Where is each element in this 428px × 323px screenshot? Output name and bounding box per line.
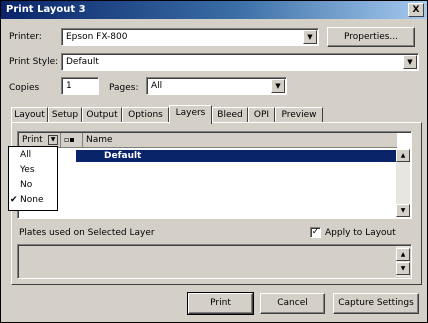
layer-visibility-column-header[interactable]: ▫▪: [61, 133, 83, 148]
tab-bleed[interactable]: Bleed: [212, 107, 248, 123]
menu-item-all[interactable]: All: [9, 148, 57, 162]
menu-item-no[interactable]: No: [9, 178, 57, 192]
plates-list[interactable]: ▲ ▼: [17, 244, 412, 279]
print-dropdown-menu: All Yes No ✔ None: [8, 146, 58, 211]
title-bar[interactable]: Print Layout 3 X: [1, 1, 427, 19]
tab-options[interactable]: Options: [122, 107, 169, 123]
layers-list[interactable]: Print ▼ ▫▪ Name Default ▲ ▼: [17, 131, 412, 219]
menu-item-none[interactable]: None: [9, 193, 57, 207]
chevron-down-icon[interactable]: ▼: [271, 79, 285, 93]
properties-button[interactable]: Properties...: [327, 27, 415, 47]
menu-item-yes[interactable]: Yes: [9, 163, 57, 177]
tab-setup[interactable]: Setup: [48, 107, 82, 123]
cancel-button[interactable]: Cancel: [260, 293, 325, 314]
print-style-value: Default: [66, 57, 99, 67]
tab-preview[interactable]: Preview: [275, 107, 323, 123]
tab-layout[interactable]: Layout: [11, 107, 48, 123]
tab-layers[interactable]: Layers: [169, 105, 212, 124]
scroll-up-icon[interactable]: ▲: [396, 248, 410, 261]
name-column-header[interactable]: Name: [83, 133, 393, 148]
print-style-select[interactable]: Default ▼: [61, 53, 419, 71]
printer-value: Epson FX-800: [66, 32, 128, 42]
capture-settings-button[interactable]: Capture Settings: [333, 293, 419, 314]
print-column-label: Print: [22, 135, 43, 145]
pages-label: Pages:: [109, 83, 139, 93]
pages-value: All: [151, 81, 163, 91]
chevron-down-icon[interactable]: ▼: [48, 135, 58, 145]
copies-label: Copies: [9, 83, 40, 93]
scroll-up-icon[interactable]: ▲: [396, 149, 410, 162]
printer-label: Printer:: [9, 32, 42, 42]
table-row[interactable]: Default: [76, 150, 396, 162]
print-layout-dialog: Print Layout 3 X Printer: Epson FX-800 ▼…: [0, 0, 428, 323]
apply-to-layout-label: Apply to Layout: [325, 228, 396, 238]
printer-select[interactable]: Epson FX-800 ▼: [61, 28, 319, 46]
apply-to-layout-checkbox[interactable]: ✓: [310, 227, 321, 238]
pages-select[interactable]: All ▼: [146, 77, 287, 95]
chevron-down-icon[interactable]: ▼: [403, 55, 417, 69]
close-button[interactable]: X: [408, 3, 424, 17]
print-style-label: Print Style:: [9, 57, 59, 67]
tab-output[interactable]: Output: [82, 107, 122, 123]
tab-opi[interactable]: OPI: [248, 107, 275, 123]
plates-label: Plates used on Selected Layer: [19, 228, 155, 238]
layers-icon: ▫▪: [64, 135, 75, 144]
window-title: Print Layout 3: [6, 4, 86, 15]
chevron-down-icon[interactable]: ▼: [303, 30, 317, 44]
list-scrollbar[interactable]: ▲ ▼: [396, 149, 410, 217]
list-header: Print ▼ ▫▪ Name: [19, 133, 397, 148]
scroll-down-icon[interactable]: ▼: [396, 204, 410, 217]
copies-input[interactable]: 1: [61, 77, 99, 95]
print-button[interactable]: Print: [187, 292, 254, 315]
scroll-down-icon[interactable]: ▼: [396, 262, 410, 275]
plates-scrollbar[interactable]: ▲ ▼: [396, 246, 410, 277]
